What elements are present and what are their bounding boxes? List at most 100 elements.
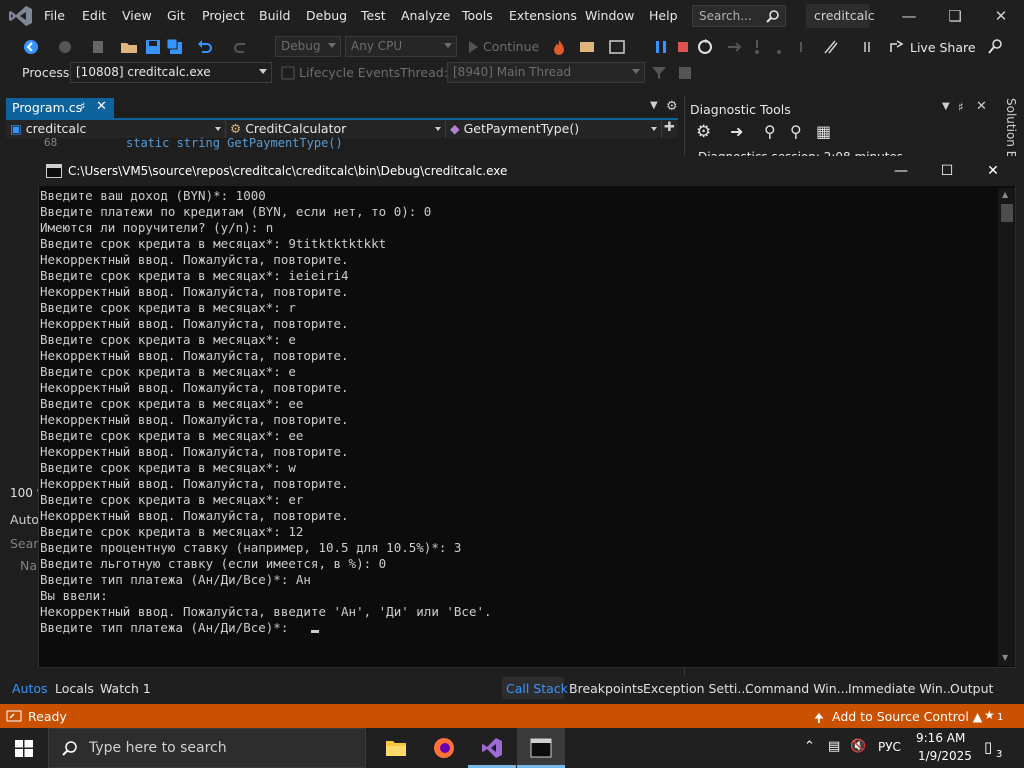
tab-program-cs[interactable]: Program.cs ♯ ✕ [6, 98, 114, 118]
taskbar-clock-time[interactable]: 9:16 AM [916, 731, 965, 745]
menu-test[interactable]: Test [361, 8, 386, 23]
menu-file[interactable]: File [44, 8, 65, 23]
notification-center-icon[interactable]: ▯ [984, 738, 992, 756]
back-navigation-icon[interactable] [22, 38, 40, 56]
continue-play-icon[interactable] [464, 38, 482, 56]
menu-git[interactable]: Git [167, 8, 185, 23]
input-language[interactable]: РУС [878, 740, 901, 754]
tab-overflow-icon[interactable]: ▼ [650, 100, 658, 111]
tab-call-stack[interactable]: Call Stack [506, 681, 568, 696]
editor-options-gear-icon[interactable]: ⚙ [666, 99, 678, 114]
firefox-app[interactable] [420, 728, 468, 768]
live-share-icon[interactable] [888, 38, 906, 56]
show-hidden-icons-icon[interactable]: ⌃ [804, 739, 815, 754]
comment-tool-icon[interactable] [822, 38, 840, 56]
lifecycle-events-icon[interactable] [280, 64, 298, 82]
global-search-input[interactable]: Search... [692, 5, 786, 27]
menu-debug[interactable]: Debug [306, 8, 347, 23]
scroll-down-arrow-icon[interactable]: ▼ [1002, 653, 1008, 662]
show-next-statement-icon[interactable] [726, 38, 744, 56]
tab-exception-settings[interactable]: Exception Setti... [643, 681, 749, 696]
new-project-icon[interactable] [90, 38, 108, 56]
thread-combo[interactable]: [8940] Main Thread [447, 62, 645, 83]
solution-explorer-side-tab[interactable]: Solution Ex [996, 96, 1024, 165]
console-scrollbar[interactable] [998, 188, 1015, 666]
nav-member-combo[interactable]: ◆ GetPaymentType() [446, 120, 662, 138]
menu-extensions[interactable]: Extensions [509, 8, 577, 23]
restart-icon[interactable] [696, 38, 714, 56]
menu-analyze[interactable]: Analyze [401, 8, 450, 23]
visual-studio-logo-icon[interactable] [8, 4, 34, 28]
zoom-in-icon[interactable]: ⚲ [764, 122, 776, 141]
console-output[interactable]: Введите ваш доход (BYN)*: 1000 Введите пл… [40, 188, 492, 636]
filter-icon[interactable] [650, 64, 668, 82]
console-app[interactable] [517, 728, 565, 768]
panel-dropdown-icon[interactable]: ▼ [942, 101, 950, 112]
feedback-icon[interactable] [986, 38, 1004, 56]
continue-button[interactable]: Continue [483, 39, 539, 54]
process-combo[interactable]: [10808] creditcalc.exe [70, 62, 272, 83]
save-icon[interactable] [144, 38, 162, 56]
notifications-bell-icon[interactable]: ★ [984, 708, 995, 722]
pause-icon[interactable] [652, 38, 670, 56]
menu-window[interactable]: Window [585, 8, 634, 23]
minimize-button[interactable]: — [886, 0, 932, 32]
console-close-button[interactable]: ✕ [970, 156, 1016, 186]
step-out-icon[interactable] [792, 38, 810, 56]
taskbar-clock-date[interactable]: 1/9/2025 [918, 749, 972, 763]
live-share-button[interactable]: Live Share [910, 40, 976, 55]
diagnostic-settings-gear-icon[interactable]: ⚙ [696, 122, 711, 142]
save-all-icon[interactable] [166, 38, 184, 56]
open-folder-icon[interactable] [120, 38, 138, 56]
visual-studio-app[interactable] [468, 728, 516, 768]
menu-build[interactable]: Build [259, 8, 290, 23]
menu-edit[interactable]: Edit [82, 8, 106, 23]
redo-icon[interactable] [232, 38, 250, 56]
stack-frame-icon[interactable] [676, 64, 694, 82]
menu-view[interactable]: View [122, 8, 152, 23]
console-maximize-button[interactable]: ☐ [924, 156, 970, 186]
console-minimize-button[interactable]: — [878, 156, 924, 186]
tab-command-window[interactable]: Command Win... [745, 681, 849, 696]
solution-name-badge[interactable]: creditcalc [806, 4, 875, 28]
tab-breakpoints[interactable]: Breakpoints [569, 681, 643, 696]
pin-icon[interactable]: ♯ [80, 100, 85, 113]
panel-pin-icon[interactable]: ♯ [958, 100, 964, 114]
toolbar-options-icon[interactable] [862, 38, 880, 56]
maximize-button[interactable]: ❏ [932, 0, 978, 32]
forward-navigation-icon[interactable] [56, 38, 74, 56]
tab-close-icon[interactable]: ✕ [96, 99, 107, 114]
hot-reload-flame-icon[interactable] [550, 38, 568, 56]
tab-autos[interactable]: Autos [12, 681, 48, 696]
file-explorer-app[interactable] [372, 728, 420, 768]
browser-link-icon[interactable] [608, 38, 626, 56]
split-editor-icon[interactable]: ✚ [664, 120, 675, 135]
tab-immediate-window[interactable]: Immediate Win... [848, 681, 955, 696]
platform-combo[interactable]: Any CPU [345, 36, 457, 57]
tab-locals[interactable]: Locals [55, 681, 94, 696]
scroll-up-arrow-icon[interactable]: ▲ [1002, 190, 1008, 199]
step-into-icon[interactable] [748, 38, 766, 56]
process-explorer-icon[interactable] [578, 38, 596, 56]
volume-muted-icon[interactable]: 🔇 [850, 739, 866, 754]
undo-icon[interactable] [196, 38, 214, 56]
tab-watch-1[interactable]: Watch 1 [100, 681, 151, 696]
tab-output[interactable]: Output [950, 681, 993, 696]
step-over-icon[interactable] [770, 38, 788, 56]
select-tools-icon[interactable]: ➜ [730, 122, 743, 141]
panel-close-icon[interactable]: ✕ [976, 99, 987, 114]
windows-start-icon[interactable] [15, 740, 33, 757]
add-to-source-control-button[interactable]: Add to Source Control ▲ [832, 709, 982, 724]
network-icon[interactable]: ▤ [828, 739, 840, 754]
menu-help[interactable]: Help [649, 8, 678, 23]
menu-tools[interactable]: Tools [462, 8, 493, 23]
menu-project[interactable]: Project [202, 8, 245, 23]
lifecycle-events-button[interactable]: Lifecycle Events [299, 65, 400, 80]
configuration-combo[interactable]: Debug [275, 36, 341, 57]
zoom-out-icon[interactable]: ⚲ [790, 122, 802, 141]
taskbar-search-box[interactable]: Type here to search [48, 728, 366, 768]
reset-view-icon[interactable]: ▦ [816, 122, 831, 141]
console-scroll-thumb[interactable] [1001, 204, 1013, 222]
close-button[interactable]: ✕ [978, 0, 1024, 32]
stop-icon[interactable] [674, 38, 692, 56]
